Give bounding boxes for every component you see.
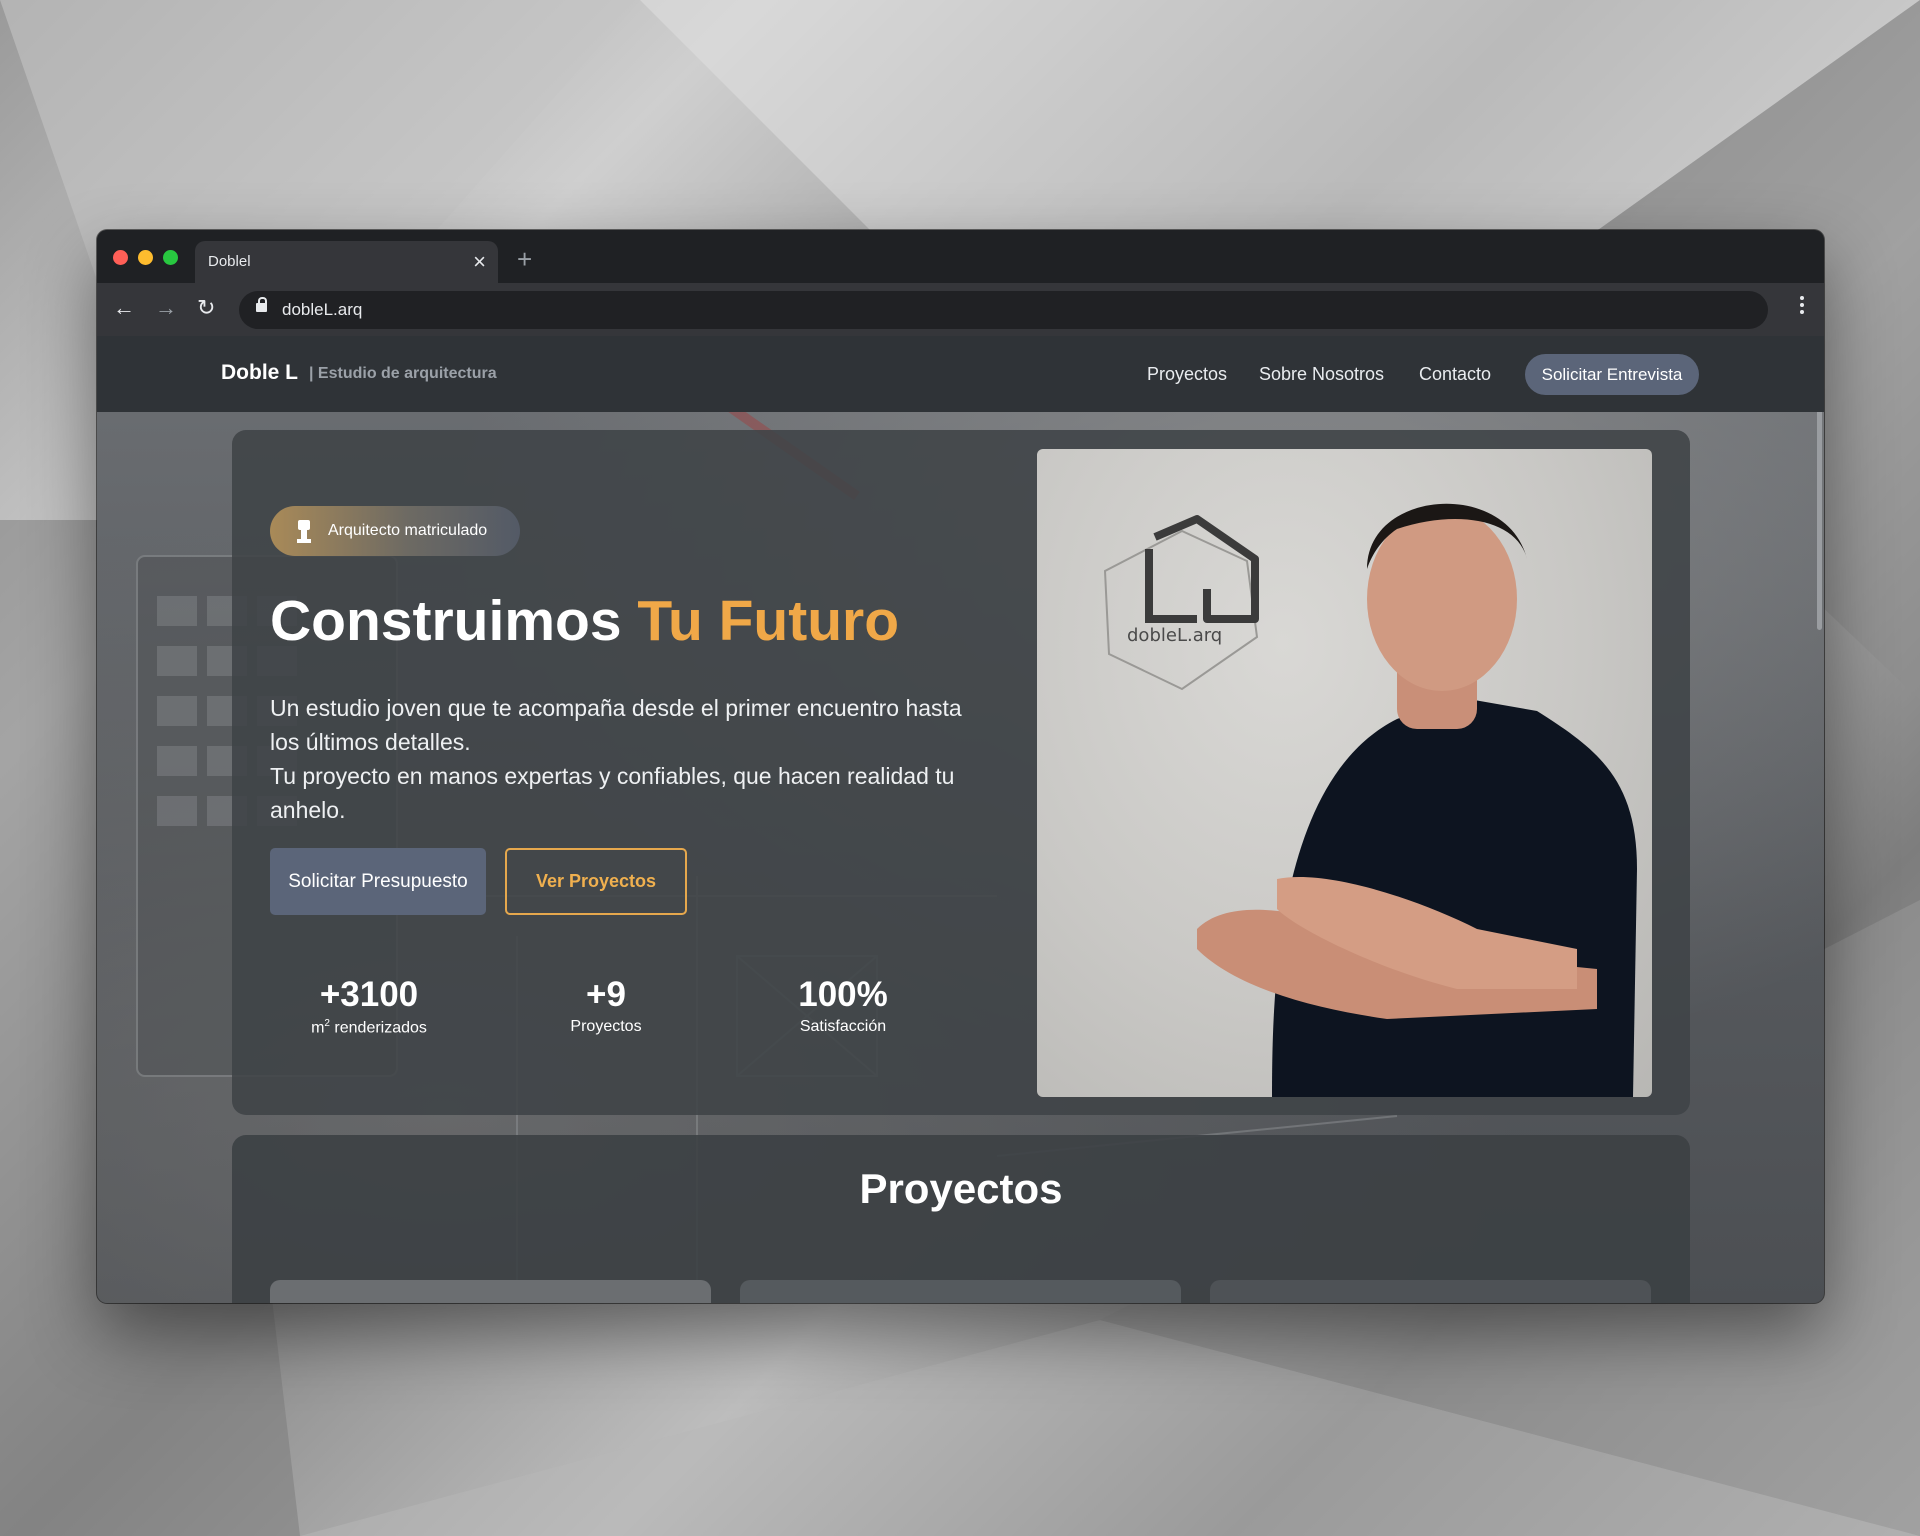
ver-proyectos-button[interactable]: Ver Proyectos	[505, 848, 687, 915]
brand-subtitle: | Estudio de arquitectura	[309, 365, 497, 382]
projects-section: Proyectos	[232, 1135, 1690, 1303]
logo-text: dobleL.arq	[1127, 625, 1222, 646]
browser-tab[interactable]: Doblel ×	[195, 241, 498, 283]
solicitar-presupuesto-button[interactable]: Solicitar Presupuesto	[270, 848, 486, 915]
solicitar-entrevista-button[interactable]: Solicitar Entrevista	[1525, 354, 1699, 395]
hero-description: Un estudio joven que te acompaña desde e…	[270, 691, 970, 827]
nav-link-sobre-nosotros[interactable]: Sobre Nosotros	[1259, 364, 1384, 385]
project-card[interactable]	[270, 1280, 711, 1303]
web-page: Doble L | Estudio de arquitectura Proyec…	[97, 336, 1824, 1303]
stat-label: Proyectos	[570, 1018, 642, 1035]
hero-title-main: Construimos	[270, 589, 638, 653]
stat-value: 100%	[798, 975, 888, 1014]
project-card[interactable]	[1210, 1280, 1651, 1303]
project-card[interactable]	[740, 1280, 1181, 1303]
brand-logo[interactable]: Doble L	[221, 361, 298, 385]
minimize-window-icon[interactable]	[138, 250, 153, 265]
tab-close-icon[interactable]: ×	[473, 249, 486, 275]
badge-label: Arquitecto matriculado	[328, 522, 488, 539]
maximize-window-icon[interactable]	[163, 250, 178, 265]
architect-portrait: dobleL.arq	[1037, 449, 1652, 1097]
hero-description-line-2: Tu proyecto en manos expertas y confiabl…	[270, 763, 955, 823]
projects-heading: Proyectos	[859, 1165, 1063, 1212]
browser-menu-icon[interactable]	[1800, 296, 1804, 317]
forward-icon[interactable]: →	[155, 295, 177, 321]
hero-description-line-1: Un estudio joven que te acompaña desde e…	[270, 695, 962, 755]
stat-value: +3100	[319, 975, 419, 1014]
stat-proyectos: +9 Proyectos	[516, 975, 696, 1036]
back-icon[interactable]: ←	[113, 295, 135, 321]
nav-link-contacto[interactable]: Contacto	[1419, 364, 1491, 385]
new-tab-icon[interactable]: +	[517, 244, 532, 275]
browser-toolbar: ← → ↻ dobleL.arq	[97, 283, 1824, 336]
doblel-logo: dobleL.arq	[1103, 515, 1259, 691]
person	[1197, 503, 1637, 1097]
url-text: dobleL.arq	[282, 300, 363, 319]
nav-link-proyectos[interactable]: Proyectos	[1147, 364, 1227, 385]
reload-icon[interactable]: ↻	[197, 295, 215, 321]
hero-title: Construimos Tu Futuro	[270, 588, 899, 654]
stat-renderizados: +3100 m2 renderizados	[279, 975, 459, 1037]
close-window-icon[interactable]	[113, 250, 128, 265]
stat-satisfaccion: 100% Satisfacción	[753, 975, 933, 1036]
stat-value: +9	[586, 975, 626, 1014]
portrait-illustration: dobleL.arq	[1103, 503, 1637, 1097]
address-bar[interactable]: dobleL.arq	[239, 291, 1768, 329]
architect-badge: Arquitecto matriculado	[270, 506, 520, 556]
stat-label: m2 renderizados	[311, 1018, 427, 1037]
tab-title: Doblel	[208, 253, 251, 270]
lock-icon	[256, 297, 267, 312]
browser-window: Doblel × + ← → ↻ dobleL.arq Doble L | Es…	[97, 230, 1824, 1303]
tab-bar: Doblel × +	[97, 230, 1824, 283]
hero-section: Arquitecto matriculado Construimos Tu Fu…	[232, 430, 1690, 1115]
award-icon	[297, 520, 311, 543]
hero-title-accent: Tu Futuro	[637, 589, 900, 653]
site-navbar: Doble L | Estudio de arquitectura Proyec…	[97, 336, 1824, 412]
stat-label: Satisfacción	[799, 1018, 887, 1035]
